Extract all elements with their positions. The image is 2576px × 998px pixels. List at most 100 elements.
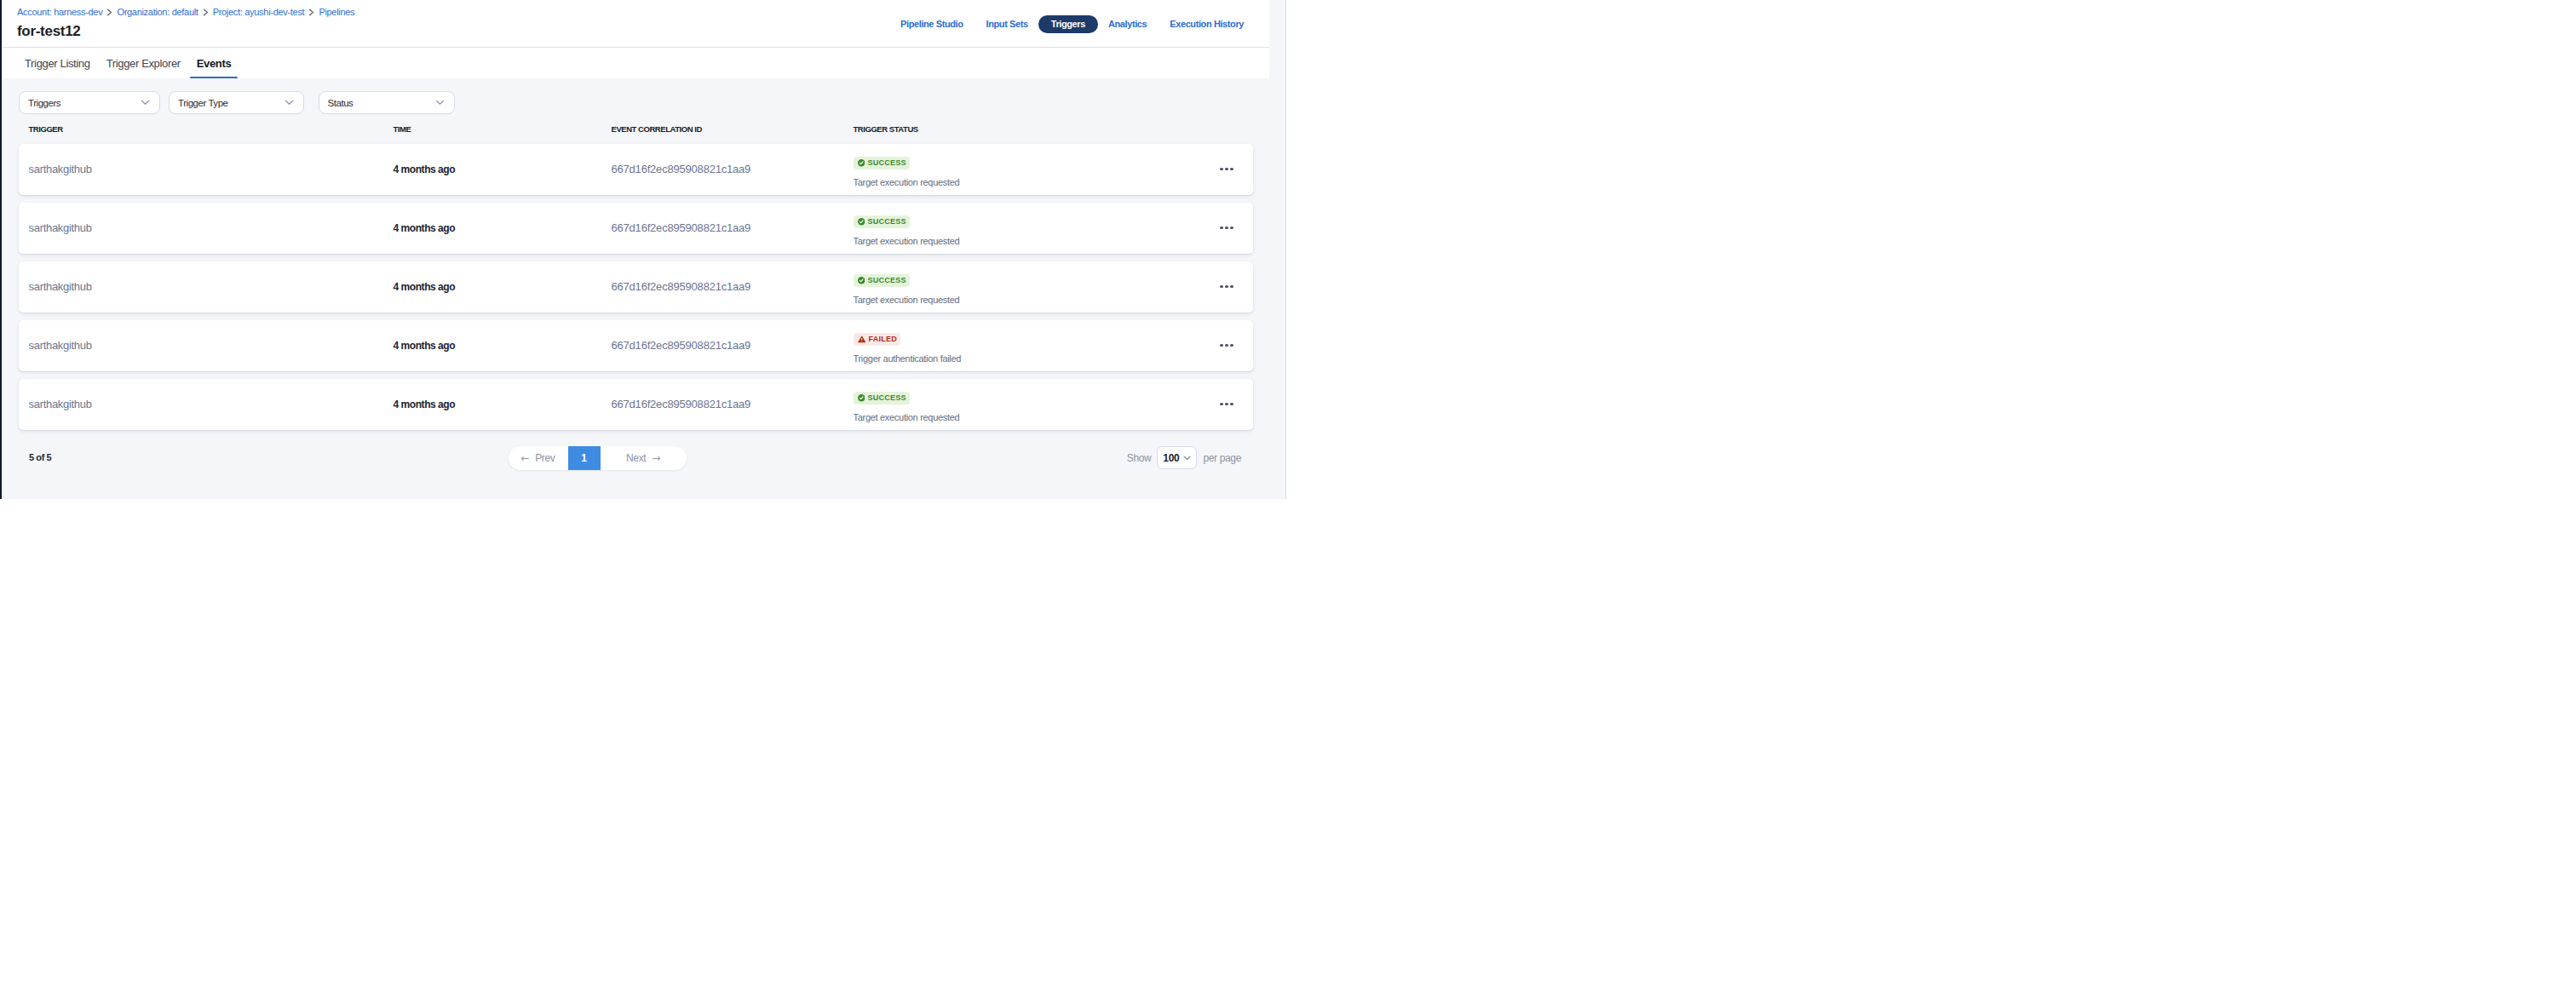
row-menu-cell (1216, 393, 1253, 416)
page-title: for-test12 (17, 23, 80, 40)
check-circle-icon (858, 394, 865, 402)
prev-page-button[interactable]: ← Prev (509, 446, 568, 470)
prev-page-label: Prev (535, 452, 555, 464)
status-message: Trigger authentication failed (854, 353, 1216, 364)
row-menu-button[interactable] (1216, 335, 1238, 357)
filter-trigger-type-dropdown[interactable]: Trigger Type (169, 91, 304, 114)
ellipsis-dot (1225, 227, 1228, 229)
chevron-down-icon (1183, 456, 1191, 461)
filter-status-label: Status (328, 98, 354, 108)
ellipsis-dot (1220, 168, 1222, 170)
nav-triggers[interactable]: Triggers (1038, 15, 1098, 33)
trigger-status-cell: SUCCESS Target execution requested (843, 261, 1216, 305)
nav-analytics[interactable]: Analytics (1108, 19, 1147, 29)
ellipsis-dot (1225, 168, 1228, 170)
nav-execution-history[interactable]: Execution History (1170, 19, 1244, 29)
row-menu-button[interactable] (1216, 158, 1238, 181)
row-menu-cell (1216, 335, 1253, 357)
status-badge-label: SUCCESS (868, 215, 906, 228)
table-row[interactable]: sarthakgithub 4 months ago 667d16f2ec895… (19, 261, 1253, 313)
status-message: Target execution requested (854, 412, 1216, 422)
scrollbar-gutter (1269, 0, 1286, 499)
nav-pipeline-studio[interactable]: Pipeline Studio (900, 19, 963, 29)
column-header-event-correlation-id: EVENT CORRELATION ID (601, 124, 843, 134)
status-badge-label: SUCCESS (868, 392, 906, 404)
status-message: Target execution requested (854, 295, 1216, 305)
chevron-down-icon (141, 100, 150, 106)
page-size-select[interactable]: 100 (1157, 446, 1197, 469)
row-menu-button[interactable] (1216, 217, 1238, 239)
events-table: sarthakgithub 4 months ago 667d16f2ec895… (19, 144, 1253, 438)
arrow-right-icon: → (652, 452, 660, 464)
ellipsis-dot (1230, 344, 1233, 347)
check-circle-icon (858, 159, 865, 167)
event-correlation-id: 667d16f2ec895908821c1aa9 (601, 221, 843, 234)
events-panel: Triggers Trigger Type Status TRIGGER TI (0, 78, 1269, 499)
event-correlation-id: 667d16f2ec895908821c1aa9 (601, 163, 843, 175)
table-row[interactable]: sarthakgithub 4 months ago 667d16f2ec895… (19, 320, 1253, 372)
event-correlation-id: 667d16f2ec895908821c1aa9 (601, 398, 843, 410)
status-badge: SUCCESS (854, 215, 910, 228)
ellipsis-dot (1225, 403, 1228, 405)
column-header-menu (1216, 124, 1253, 134)
table-header: TRIGGER TIME EVENT CORRELATION ID TRIGGE… (19, 124, 1253, 134)
trigger-name: sarthakgithub (19, 163, 383, 175)
trigger-status-cell: SUCCESS Target execution requested (843, 144, 1216, 187)
check-circle-icon (858, 218, 865, 226)
warning-icon (858, 336, 866, 343)
event-correlation-id: 667d16f2ec895908821c1aa9 (601, 280, 843, 293)
ellipsis-dot (1230, 227, 1233, 229)
page-header: Account: harness-dev Organization: defau… (0, 0, 1269, 48)
chevron-right-icon (308, 9, 314, 16)
breadcrumb-organization[interactable]: Organization: default (117, 6, 198, 18)
status-badge: SUCCESS (854, 392, 910, 404)
column-header-time: TIME (383, 124, 601, 134)
tab-bar: Trigger Listing Trigger Explorer Events (0, 48, 1269, 78)
event-time: 4 months ago (383, 222, 601, 234)
chevron-right-icon (203, 9, 209, 16)
ellipsis-dot (1220, 227, 1222, 229)
nav-input-sets[interactable]: Input Sets (986, 19, 1028, 29)
trigger-name: sarthakgithub (19, 398, 383, 410)
ellipsis-dot (1220, 403, 1222, 405)
event-time: 4 months ago (383, 163, 601, 175)
ellipsis-dot (1230, 403, 1233, 405)
table-row[interactable]: sarthakgithub 4 months ago 667d16f2ec895… (19, 379, 1253, 431)
next-page-label: Next (626, 452, 646, 464)
filter-triggers-dropdown[interactable]: Triggers (19, 91, 160, 114)
trigger-status-cell: SUCCESS Target execution requested (843, 379, 1216, 422)
breadcrumb-pipelines[interactable]: Pipelines (319, 6, 354, 18)
chevron-down-icon (285, 100, 294, 106)
trigger-status-cell: FAILED Trigger authentication failed (843, 320, 1216, 364)
tab-trigger-listing[interactable]: Trigger Listing (18, 48, 97, 78)
page-1-button[interactable]: 1 (568, 446, 601, 470)
status-badge: SUCCESS (854, 274, 910, 287)
column-header-trigger: TRIGGER (19, 124, 383, 134)
row-menu-button[interactable] (1216, 276, 1238, 298)
event-time: 4 months ago (383, 340, 601, 352)
table-row[interactable]: sarthakgithub 4 months ago 667d16f2ec895… (19, 144, 1253, 196)
table-row[interactable]: sarthakgithub 4 months ago 667d16f2ec895… (19, 203, 1253, 255)
per-page-label: per page (1203, 452, 1241, 464)
next-page-button[interactable]: Next → (601, 446, 687, 470)
tab-events[interactable]: Events (190, 48, 239, 78)
pipeline-section-nav: Pipeline Studio Input Sets Triggers Anal… (900, 0, 1244, 48)
show-label: Show (1127, 452, 1152, 464)
breadcrumb: Account: harness-dev Organization: defau… (17, 6, 354, 18)
collapsed-side-nav[interactable] (0, 0, 2, 499)
breadcrumb-project[interactable]: Project: ayushi-dev-test (213, 6, 305, 18)
row-menu-button[interactable] (1216, 393, 1238, 416)
event-time: 4 months ago (383, 399, 601, 410)
row-menu-cell (1216, 217, 1253, 239)
page-size-control: Show 100 per page (1127, 446, 1241, 470)
filter-status-dropdown[interactable]: Status (319, 91, 455, 114)
status-message: Target execution requested (854, 236, 1216, 246)
arrow-left-icon: ← (521, 452, 530, 464)
event-time: 4 months ago (383, 281, 601, 293)
tab-trigger-explorer[interactable]: Trigger Explorer (100, 48, 187, 78)
status-badge: FAILED (854, 333, 901, 346)
breadcrumb-account[interactable]: Account: harness-dev (17, 6, 102, 18)
trigger-name: sarthakgithub (19, 280, 383, 293)
filter-triggers-label: Triggers (28, 98, 60, 108)
status-badge-label: SUCCESS (868, 274, 906, 287)
